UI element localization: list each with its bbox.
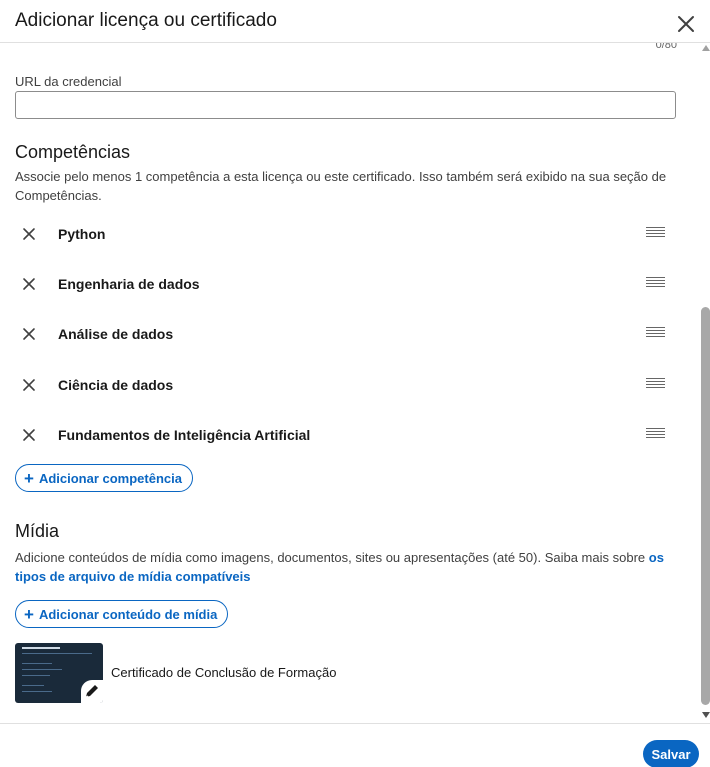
drag-handle-icon[interactable] xyxy=(646,227,665,239)
remove-skill-button[interactable] xyxy=(21,377,37,393)
close-button[interactable] xyxy=(674,12,698,36)
drag-handle-icon[interactable] xyxy=(646,378,665,390)
close-icon xyxy=(23,429,35,441)
credential-url-input[interactable] xyxy=(15,91,676,119)
close-icon xyxy=(23,228,35,240)
close-icon xyxy=(23,278,35,290)
media-description-text: Adicione conteúdos de mídia como imagens… xyxy=(15,550,649,565)
dialog-header: Adicionar licença ou certificado xyxy=(0,0,710,43)
close-icon xyxy=(678,16,694,32)
media-item: Certificado de Conclusão de Formação xyxy=(15,643,415,703)
skill-label: Fundamentos de Inteligência Artificial xyxy=(58,427,311,443)
skill-label: Python xyxy=(58,226,106,242)
remove-skill-button[interactable] xyxy=(21,226,37,242)
scroll-down-icon[interactable] xyxy=(702,712,710,718)
skill-row: Ciência de dados xyxy=(15,371,675,399)
scroll-up-icon[interactable] xyxy=(702,45,710,51)
media-section-description: Adicione conteúdos de mídia como imagens… xyxy=(15,548,675,586)
skill-row: Engenharia de dados xyxy=(15,270,675,298)
media-thumbnail[interactable] xyxy=(15,643,103,703)
plus-icon: + xyxy=(24,468,34,488)
add-skill-label: Adicionar competência xyxy=(38,470,182,486)
add-media-label: Adicionar conteúdo de mídia xyxy=(38,606,218,622)
skill-label: Ciência de dados xyxy=(58,377,174,393)
dialog-footer: Salvar xyxy=(0,723,710,767)
media-item-title: Certificado de Conclusão de Formação xyxy=(111,665,337,680)
skills-section-title: Competências xyxy=(15,142,131,162)
drag-handle-icon[interactable] xyxy=(646,428,665,440)
skill-row: Python xyxy=(15,220,675,248)
plus-icon: + xyxy=(24,604,34,624)
drag-handle-icon[interactable] xyxy=(646,327,665,339)
scrollbar[interactable] xyxy=(701,43,710,723)
skill-label: Engenharia de dados xyxy=(58,276,200,292)
remove-skill-button[interactable] xyxy=(21,326,37,342)
close-icon xyxy=(23,379,35,391)
close-icon xyxy=(23,328,35,340)
save-button[interactable]: Salvar xyxy=(643,740,699,767)
skill-row: Análise de dados xyxy=(15,320,675,348)
dialog-content[interactable]: 0/80 URL da credencial Competências Asso… xyxy=(0,43,700,723)
character-counter: 0/80 xyxy=(655,43,677,51)
edit-media-button[interactable] xyxy=(81,680,103,703)
remove-skill-button[interactable] xyxy=(21,427,37,443)
media-section-title: Mídia xyxy=(15,521,60,541)
skill-row: Fundamentos de Inteligência Artificial xyxy=(15,421,675,449)
skills-section-description: Associe pelo menos 1 competência a esta … xyxy=(15,169,667,203)
add-media-button[interactable]: + Adicionar conteúdo de mídia xyxy=(15,600,229,628)
credential-url-label: URL da credencial xyxy=(15,74,122,89)
skill-label: Análise de dados xyxy=(58,326,174,342)
add-skill-button[interactable]: + Adicionar competência xyxy=(15,464,193,492)
dialog-title: Adicionar licença ou certificado xyxy=(15,10,277,31)
pencil-icon xyxy=(85,685,98,698)
scroll-thumb[interactable] xyxy=(701,307,710,705)
remove-skill-button[interactable] xyxy=(21,276,37,292)
drag-handle-icon[interactable] xyxy=(646,277,665,289)
